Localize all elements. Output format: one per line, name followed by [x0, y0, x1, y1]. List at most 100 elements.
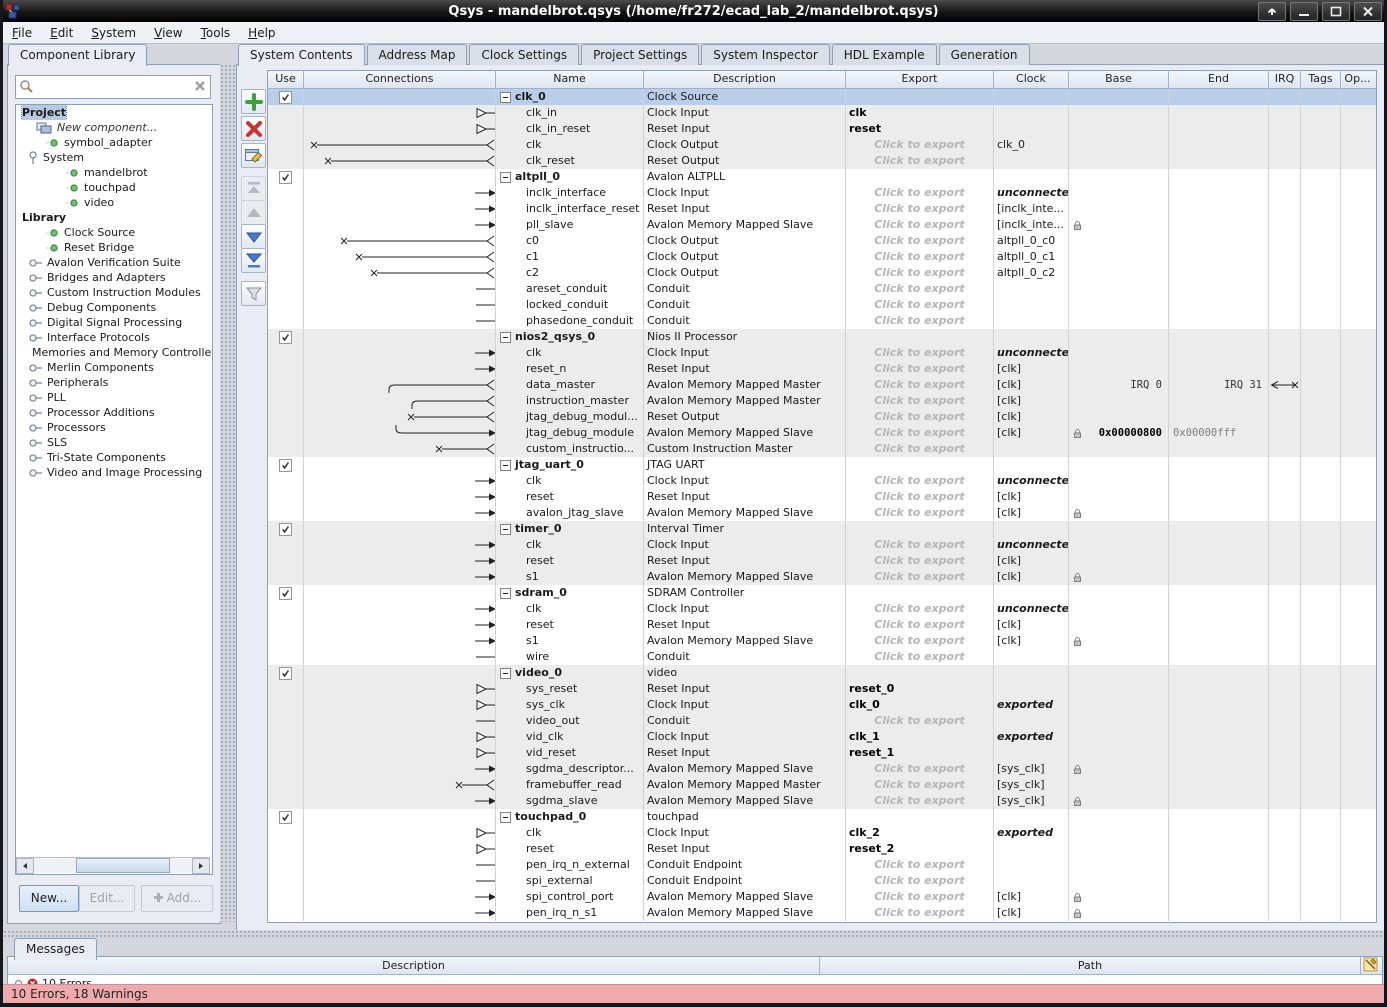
- tree-item-mandelbrot[interactable]: mandelbrot: [16, 165, 212, 180]
- use-checkbox[interactable]: [279, 91, 292, 104]
- click-to-export[interactable]: Click to export: [846, 201, 993, 217]
- column-header-op[interactable]: Op...: [1341, 71, 1374, 88]
- menu-file[interactable]: File: [3, 24, 41, 42]
- tab-generation[interactable]: Generation: [939, 44, 1030, 65]
- table-row[interactable]: reset Reset Input reset_2: [268, 841, 1376, 857]
- cell-clock[interactable]: [clk]: [994, 393, 1069, 409]
- cell-clock[interactable]: [sys_clk]: [994, 761, 1069, 777]
- tree-item-custom-instruction-modules[interactable]: Custom Instruction Modules: [16, 285, 212, 300]
- cell-clock[interactable]: [clk]: [994, 889, 1069, 905]
- table-row[interactable]: pen_irq_n_s1 Avalon Memory Mapped Slave …: [268, 905, 1376, 921]
- click-to-export[interactable]: Click to export: [846, 617, 993, 633]
- table-row[interactable]: jtag_uart_0 JTAG UART: [268, 457, 1376, 473]
- export-value[interactable]: clk_1: [846, 730, 880, 743]
- cell-clock[interactable]: [inclk_inte...: [994, 201, 1069, 217]
- column-header-base[interactable]: Base: [1069, 71, 1169, 88]
- use-checkbox[interactable]: [279, 171, 292, 184]
- cell-base[interactable]: [1069, 121, 1169, 137]
- cell-clock[interactable]: [clk]: [994, 505, 1069, 521]
- cell-connections[interactable]: [304, 825, 496, 841]
- cell-base[interactable]: [1069, 777, 1169, 793]
- cell-connections[interactable]: [304, 313, 496, 329]
- export-value[interactable]: clk_0: [846, 698, 880, 711]
- cell-clock[interactable]: [clk]: [994, 905, 1069, 921]
- click-to-export[interactable]: Click to export: [846, 233, 993, 249]
- cell-base[interactable]: [1069, 633, 1169, 649]
- tree-collapsed-handle-icon[interactable]: [28, 273, 43, 283]
- column-header-irq[interactable]: IRQ: [1269, 71, 1301, 88]
- table-row[interactable]: reset Reset Input Click to export [clk]: [268, 617, 1376, 633]
- tree-item-processors[interactable]: Processors: [16, 420, 212, 435]
- cell-clock[interactable]: [994, 665, 1069, 681]
- cell-clock[interactable]: [994, 649, 1069, 665]
- cell-connections[interactable]: [304, 345, 496, 361]
- cell-base[interactable]: [1069, 489, 1169, 505]
- cell-base[interactable]: [1069, 649, 1169, 665]
- tree-item-processor-additions[interactable]: Processor Additions: [16, 405, 212, 420]
- table-row[interactable]: video_out Conduit Click to export: [268, 713, 1376, 729]
- export-value[interactable]: reset_0: [846, 682, 894, 695]
- cell-base[interactable]: [1069, 889, 1169, 905]
- table-row[interactable]: jtag_debug_module Avalon Memory Mapped S…: [268, 425, 1376, 441]
- cell-clock[interactable]: altpll_0_c1: [994, 249, 1069, 265]
- click-to-export[interactable]: Click to export: [846, 361, 993, 377]
- click-to-export[interactable]: Click to export: [846, 553, 993, 569]
- click-to-export[interactable]: Click to export: [846, 601, 993, 617]
- tree-item-touchpad[interactable]: touchpad: [16, 180, 212, 195]
- cell-connections[interactable]: [304, 633, 496, 649]
- cell-connections[interactable]: [304, 665, 496, 681]
- column-header-use[interactable]: Use: [268, 71, 304, 88]
- tab-clock-settings[interactable]: Clock Settings: [469, 44, 579, 65]
- cell-base[interactable]: [1069, 249, 1169, 265]
- cell-base[interactable]: [1069, 233, 1169, 249]
- use-checkbox[interactable]: [279, 667, 292, 680]
- table-row[interactable]: instruction_master Avalon Memory Mapped …: [268, 393, 1376, 409]
- cell-base[interactable]: IRQ 0: [1069, 377, 1169, 393]
- cell-connections[interactable]: [304, 473, 496, 489]
- tree-collapsed-handle-icon[interactable]: [28, 393, 43, 403]
- click-to-export[interactable]: Click to export: [846, 777, 993, 793]
- cell-clock[interactable]: unconnected: [994, 601, 1069, 617]
- cell-clock[interactable]: exported: [994, 697, 1069, 713]
- click-to-export[interactable]: Click to export: [846, 505, 993, 521]
- cell-connections[interactable]: [304, 681, 496, 697]
- collapse-toggle-icon[interactable]: [500, 332, 511, 343]
- table-row[interactable]: clk Clock Input Click to export unconnec…: [268, 537, 1376, 553]
- click-to-export[interactable]: Click to export: [846, 649, 993, 665]
- cell-connections[interactable]: [304, 153, 496, 169]
- table-row[interactable]: reset Reset Input Click to export [clk]: [268, 489, 1376, 505]
- cell-base[interactable]: [1069, 537, 1169, 553]
- tab-component-library[interactable]: Component Library: [8, 44, 147, 66]
- search-input[interactable]: [36, 80, 190, 95]
- cell-clock[interactable]: [994, 121, 1069, 137]
- tree-collapsed-handle-icon[interactable]: [28, 318, 43, 328]
- cell-clock[interactable]: [clk]: [994, 617, 1069, 633]
- table-row[interactable]: clk Clock Input Click to export unconnec…: [268, 345, 1376, 361]
- cell-base[interactable]: [1069, 169, 1169, 185]
- shade-button[interactable]: [1258, 2, 1286, 21]
- use-checkbox[interactable]: [279, 523, 292, 536]
- cell-base[interactable]: [1069, 697, 1169, 713]
- tree-item-new-component[interactable]: New component...: [16, 120, 212, 135]
- table-row[interactable]: touchpad_0 touchpad: [268, 809, 1376, 825]
- move-down-button[interactable]: [241, 224, 266, 249]
- cell-connections[interactable]: [304, 265, 496, 281]
- vertical-splitter[interactable]: [220, 64, 236, 922]
- cell-connections[interactable]: [304, 329, 496, 345]
- cell-base[interactable]: [1069, 89, 1169, 105]
- tree-item-clock-source[interactable]: Clock Source: [16, 225, 212, 240]
- table-row[interactable]: vid_clk Clock Input clk_1 exported: [268, 729, 1376, 745]
- use-checkbox[interactable]: [279, 811, 292, 824]
- table-row[interactable]: inclk_interface Clock Input Click to exp…: [268, 185, 1376, 201]
- cell-clock[interactable]: [clk]: [994, 569, 1069, 585]
- use-checkbox[interactable]: [279, 587, 292, 600]
- horizontal-splitter[interactable]: [3, 930, 1384, 938]
- cell-connections[interactable]: [304, 137, 496, 153]
- tree-item-tri-state-components[interactable]: Tri-State Components: [16, 450, 212, 465]
- cell-connections[interactable]: [304, 729, 496, 745]
- tree-item-project[interactable]: Project: [16, 105, 212, 120]
- cell-base[interactable]: [1069, 265, 1169, 281]
- cell-connections[interactable]: [304, 233, 496, 249]
- tree-collapsed-handle-icon[interactable]: [28, 408, 43, 418]
- tab-messages[interactable]: Messages: [14, 938, 97, 960]
